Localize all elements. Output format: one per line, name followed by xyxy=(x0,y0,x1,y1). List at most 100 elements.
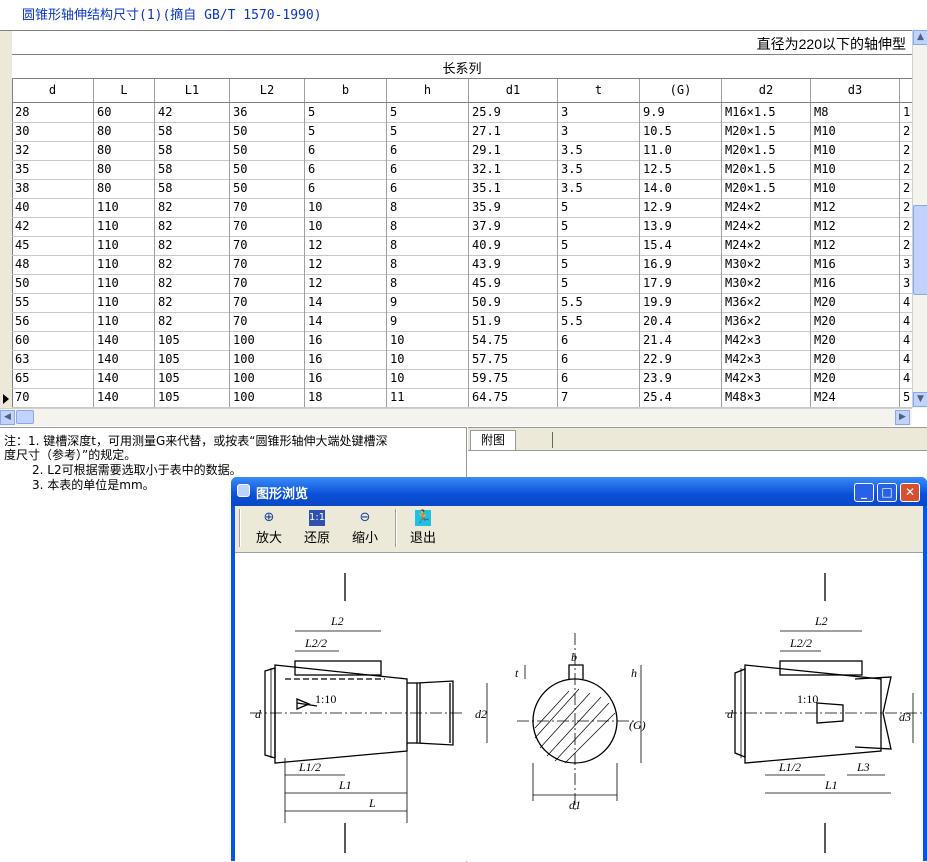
table-cell[interactable]: 14 xyxy=(305,293,387,312)
shaft-drawing[interactable]: L2 L2/2 1:10 d d2 L1/2 L1 L b t h (G) d1… xyxy=(235,553,923,861)
data-grid[interactable]: 直径为220以下的轴伸型 长系列 d L L1 L2 b h d1 t (G) … xyxy=(0,30,927,409)
scroll-up-button[interactable]: ▲ xyxy=(913,30,927,45)
table-row[interactable]: 56 110 82 70 14 9 51.9 5.5 20.4 M36×2 M20 4 xyxy=(12,312,912,332)
minimize-button[interactable]: _ xyxy=(854,483,874,502)
table-cell[interactable]: 50 xyxy=(230,179,305,198)
table-cell[interactable]: M42×3 xyxy=(722,369,811,388)
table-cell[interactable]: 5.5 xyxy=(558,312,640,331)
table-cell[interactable]: 13.9 xyxy=(640,217,722,236)
table-cell[interactable]: 25.9 xyxy=(469,103,558,122)
table-cell[interactable]: 43.9 xyxy=(469,255,558,274)
table-cell[interactable]: 50 xyxy=(230,141,305,160)
table-cell[interactable]: 105 xyxy=(155,388,230,407)
table-cell[interactable]: M42×3 xyxy=(722,331,811,350)
table-cell[interactable]: 16 xyxy=(305,350,387,369)
table-cell[interactable]: 40 xyxy=(12,198,94,217)
col-header-L2[interactable]: L2 xyxy=(230,79,305,102)
table-cell[interactable]: 8 xyxy=(387,255,469,274)
table-cell[interactable]: 7 xyxy=(558,388,640,407)
table-cell[interactable]: 6 xyxy=(387,179,469,198)
table-cell[interactable]: 2 xyxy=(900,141,912,160)
table-cell[interactable]: 6 xyxy=(305,141,387,160)
table-cell[interactable]: 16 xyxy=(305,331,387,350)
table-row[interactable]: 63 140 105 100 16 10 57.75 6 22.9 M42×3 M20 4 xyxy=(12,350,912,370)
table-cell[interactable]: 8 xyxy=(387,274,469,293)
table-row[interactable]: 65 140 105 100 16 10 59.75 6 23.9 M42×3 M20 4 xyxy=(12,369,912,389)
table-cell[interactable]: 19.9 xyxy=(640,293,722,312)
table-cell[interactable]: M42×3 xyxy=(722,350,811,369)
table-cell[interactable]: 59.75 xyxy=(469,369,558,388)
table-cell[interactable]: 21.4 xyxy=(640,331,722,350)
table-cell[interactable]: 12.9 xyxy=(640,198,722,217)
table-cell[interactable]: 10 xyxy=(387,350,469,369)
vertical-scrollbar[interactable]: ▲ ▼ xyxy=(912,30,927,408)
scroll-left-button[interactable]: ◀ xyxy=(0,410,15,425)
table-cell[interactable]: 82 xyxy=(155,293,230,312)
table-cell[interactable]: 8 xyxy=(387,236,469,255)
table-cell[interactable]: 12 xyxy=(305,236,387,255)
table-cell[interactable]: 70 xyxy=(230,312,305,331)
table-cell[interactable]: 140 xyxy=(94,350,155,369)
table-cell[interactable]: 110 xyxy=(94,312,155,331)
table-cell[interactable]: 4 xyxy=(900,293,912,312)
table-cell[interactable]: 140 xyxy=(94,388,155,407)
table-cell[interactable]: 58 xyxy=(155,179,230,198)
table-cell[interactable]: M20 xyxy=(811,369,900,388)
table-cell[interactable]: 1 xyxy=(900,103,912,122)
table-cell[interactable]: 70 xyxy=(230,217,305,236)
table-cell[interactable]: 9.9 xyxy=(640,103,722,122)
table-cell[interactable]: 100 xyxy=(230,388,305,407)
col-header-G[interactable]: (G) xyxy=(640,79,722,102)
table-cell[interactable]: 2 xyxy=(900,236,912,255)
table-cell[interactable]: M48×3 xyxy=(722,388,811,407)
table-cell[interactable]: 100 xyxy=(230,350,305,369)
table-cell[interactable]: 6 xyxy=(558,350,640,369)
scroll-down-button[interactable]: ▼ xyxy=(913,392,927,407)
table-cell[interactable]: 16 xyxy=(305,369,387,388)
table-row[interactable]: 48 110 82 70 12 8 43.9 5 16.9 M30×2 M16 3 xyxy=(12,255,912,275)
table-cell[interactable]: 17.9 xyxy=(640,274,722,293)
table-cell[interactable]: 40.9 xyxy=(469,236,558,255)
table-cell[interactable]: 3 xyxy=(900,255,912,274)
table-cell[interactable]: 50.9 xyxy=(469,293,558,312)
table-cell[interactable]: M24×2 xyxy=(722,217,811,236)
table-cell[interactable]: 14.0 xyxy=(640,179,722,198)
table-cell[interactable]: 10.5 xyxy=(640,122,722,141)
table-cell[interactable]: 42 xyxy=(155,103,230,122)
table-cell[interactable]: M20 xyxy=(811,312,900,331)
table-cell[interactable]: 9 xyxy=(387,293,469,312)
table-cell[interactable]: 22.9 xyxy=(640,350,722,369)
table-cell[interactable]: M16 xyxy=(811,274,900,293)
table-cell[interactable]: 100 xyxy=(230,369,305,388)
col-header-t[interactable]: t xyxy=(558,79,640,102)
table-cell[interactable]: 5 xyxy=(558,255,640,274)
table-cell[interactable]: 4 xyxy=(900,369,912,388)
table-cell[interactable]: 36 xyxy=(230,103,305,122)
table-cell[interactable]: 110 xyxy=(94,293,155,312)
tab-blank[interactable] xyxy=(516,432,553,448)
table-cell[interactable]: M20×1.5 xyxy=(722,141,811,160)
table-cell[interactable]: 5 xyxy=(558,274,640,293)
table-cell[interactable]: 5 xyxy=(558,236,640,255)
table-cell[interactable]: 82 xyxy=(155,217,230,236)
figure-preview-window[interactable]: 图形浏览 _ □ ✕ ⊕ 放大 1:1 还原 ⊖ 缩小 🏃 退出 L2 L2/2… xyxy=(231,477,927,861)
table-cell[interactable]: 23.9 xyxy=(640,369,722,388)
table-cell[interactable]: 105 xyxy=(155,350,230,369)
exit-button[interactable]: 🏃 退出 xyxy=(401,510,445,550)
table-cell[interactable]: 110 xyxy=(94,274,155,293)
table-cell[interactable]: 82 xyxy=(155,312,230,331)
table-cell[interactable]: 70 xyxy=(230,293,305,312)
table-cell[interactable]: 70 xyxy=(230,236,305,255)
table-cell[interactable]: 80 xyxy=(94,122,155,141)
table-cell[interactable]: 12 xyxy=(305,255,387,274)
table-cell[interactable]: 11.0 xyxy=(640,141,722,160)
table-cell[interactable]: 105 xyxy=(155,331,230,350)
table-cell[interactable]: 100 xyxy=(230,331,305,350)
table-row[interactable]: 30 80 58 50 5 5 27.1 3 10.5 M20×1.5 M10 2 xyxy=(12,122,912,142)
table-cell[interactable]: 10 xyxy=(305,198,387,217)
table-cell[interactable]: 82 xyxy=(155,274,230,293)
table-cell[interactable]: M20×1.5 xyxy=(722,160,811,179)
table-cell[interactable]: M24×2 xyxy=(722,198,811,217)
table-cell[interactable]: 8 xyxy=(387,198,469,217)
col-header-L[interactable]: L xyxy=(94,79,155,102)
